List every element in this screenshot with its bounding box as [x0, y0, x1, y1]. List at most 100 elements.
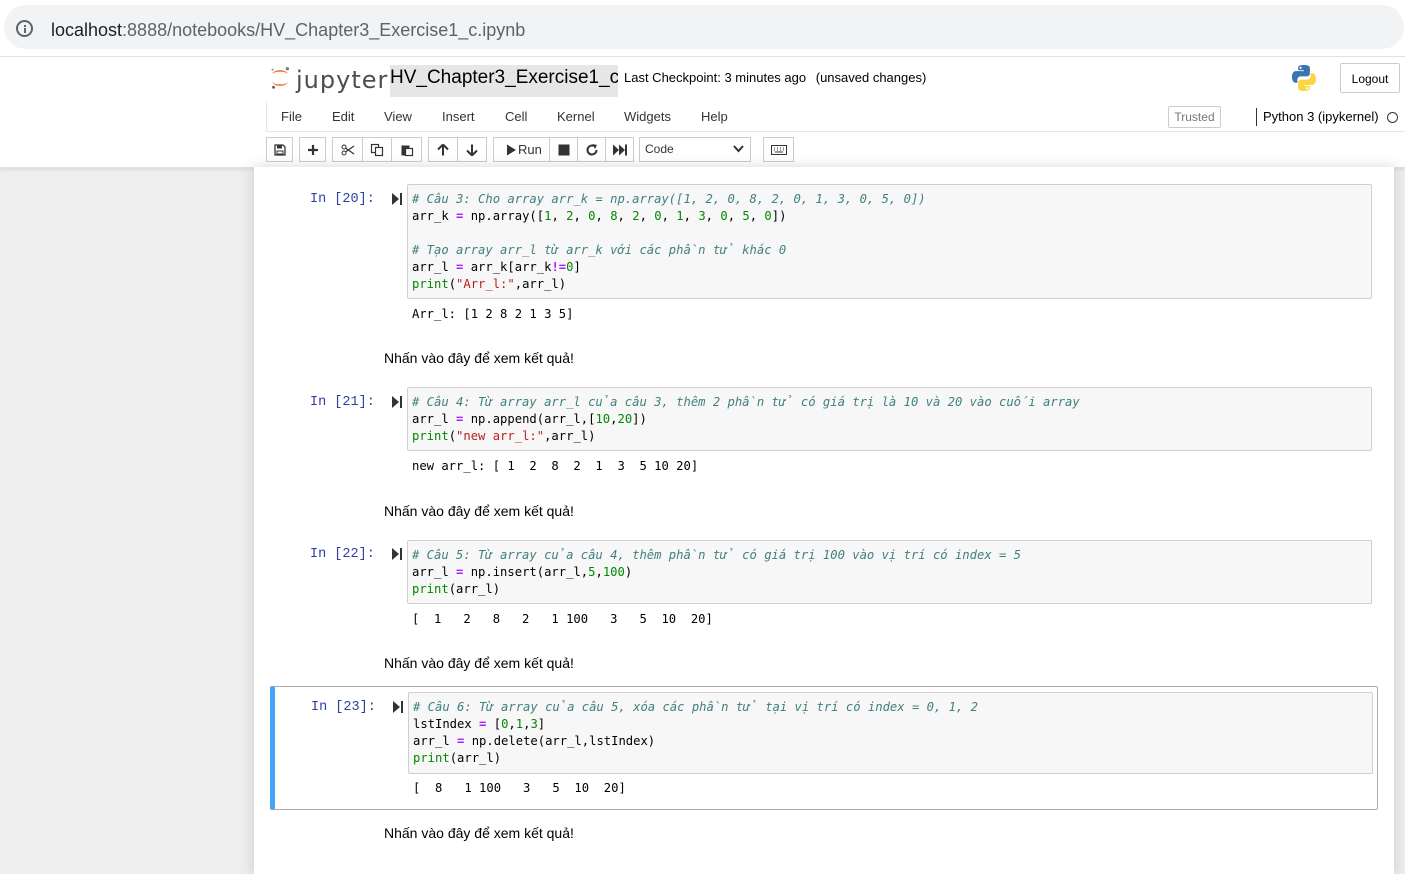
interrupt-button[interactable] [549, 137, 578, 162]
run-label: Run [518, 142, 542, 157]
stop-icon [558, 144, 569, 155]
code-line: print("Arr_l:",arr_l) [412, 277, 567, 291]
cell-output: Arr_l: [1 2 8 2 1 3 5] [412, 307, 574, 321]
jupyter-logo-icon [271, 67, 290, 89]
code-line: arr_k = np.array([1, 2, 0, 8, 2, 0, 1, 3… [412, 209, 787, 223]
url-box[interactable]: localhost:8888/notebooks/HV_Chapter3_Exe… [4, 5, 1404, 49]
cut-icon [341, 144, 354, 155]
menu-view[interactable]: View [384, 109, 412, 124]
run-cell-icon[interactable] [392, 396, 402, 408]
code-line: arr_l = np.append(arr_l,[10,20]) [412, 412, 647, 426]
chevron-down-icon [733, 145, 744, 153]
menu-bar: File Edit View Insert Cell Kernel Widget… [0, 102, 1405, 132]
code-cell[interactable]: In [21]: # Câu 4: Từ array arr_l của câu… [270, 383, 1378, 483]
python-logo-icon [1292, 65, 1316, 91]
url-host: localhost [51, 20, 123, 40]
cell-type-value: Code [645, 142, 674, 156]
code-input[interactable]: # Câu 5: Từ array của câu 4, thêm phần t… [407, 540, 1372, 604]
kernel-name[interactable]: Python 3 (ipykernel) [1263, 109, 1379, 124]
logout-button[interactable]: Logout [1340, 63, 1400, 93]
cut-button[interactable] [332, 137, 363, 162]
code-cell[interactable]: In [22]: # Câu 5: Từ array của câu 4, th… [270, 536, 1378, 636]
code-cell[interactable]: In [20]: # Câu 3: Cho array arr_k = np.a… [270, 180, 1378, 330]
code-input[interactable]: # Câu 6: Từ array của câu 5, xóa các phầ… [408, 692, 1373, 774]
last-checkpoint: Last Checkpoint: 3 minutes ago [624, 70, 807, 85]
plus-icon [307, 144, 318, 155]
markdown-cell[interactable]: Nhấn vào đây để xem kết quả! [384, 825, 574, 841]
checkpoint-status: Last Checkpoint: 3 minutes ago (unsaved … [624, 70, 926, 85]
code-cell-selected[interactable]: In [23]: # Câu 6: Từ array của câu 5, xó… [270, 686, 1378, 810]
markdown-cell[interactable]: Nhấn vào đây để xem kết quả! [384, 655, 574, 671]
menu-inner: File Edit View Insert Cell Kernel Widget… [266, 102, 1405, 132]
play-icon [507, 144, 516, 155]
code-line: print(arr_l) [413, 751, 502, 765]
code-input[interactable]: # Câu 4: Từ array arr_l của câu 3, thêm … [407, 387, 1372, 451]
code-line: arr_l = np.insert(arr_l,5,100) [412, 565, 633, 579]
url-text[interactable]: localhost:8888/notebooks/HV_Chapter3_Exe… [51, 20, 525, 41]
arrow-down-icon [466, 144, 478, 156]
code-line: # Câu 3: Cho array arr_k = np.array([1, … [412, 192, 926, 206]
code-line: arr_l = arr_k[arr_k!=0] [412, 260, 581, 274]
unsaved-changes: (unsaved changes) [815, 70, 927, 85]
code-line: # Câu 4: Từ array arr_l của câu 3, thêm … [412, 395, 1080, 409]
markdown-cell[interactable]: Nhấn vào đây để xem kết quả! [384, 503, 574, 519]
menu-cell[interactable]: Cell [505, 109, 527, 124]
jupyter-logo-text: jupyter [296, 66, 389, 94]
cell-type-select[interactable]: Code [639, 137, 751, 162]
paste-icon [401, 145, 413, 156]
run-cell-icon[interactable] [392, 193, 402, 205]
code-line: # Câu 6: Từ array của câu 5, xóa các phầ… [413, 700, 978, 714]
move-up-button[interactable] [428, 137, 458, 162]
restart-icon [586, 143, 598, 156]
menu-insert[interactable]: Insert [442, 109, 475, 124]
code-line: # Tạo array arr_l từ arr_k với các phần … [412, 243, 787, 257]
copy-icon [370, 143, 384, 156]
menu-kernel[interactable]: Kernel [557, 109, 595, 124]
markdown-cell[interactable]: Nhấn vào đây để xem kết quả! [384, 350, 574, 366]
cell-prompt: In [23]: [311, 700, 376, 715]
code-line: print(arr_l) [412, 582, 501, 596]
cell-prompt: In [20]: [310, 192, 375, 207]
left-panel [0, 172, 248, 874]
restart-run-all-button[interactable] [605, 137, 634, 162]
cell-output: [ 1 2 8 2 1 100 3 5 10 20] [412, 612, 713, 626]
notebook-title[interactable]: HV_Chapter3_Exercise1_c [390, 65, 618, 97]
kernel-separator [1256, 108, 1257, 126]
code-input[interactable]: # Câu 3: Cho array arr_k = np.array([1, … [407, 184, 1372, 299]
code-line: arr_l = np.delete(arr_l,lstIndex) [413, 734, 656, 748]
fast-forward-icon [612, 144, 627, 155]
menu-help[interactable]: Help [701, 109, 728, 124]
cell-output: [ 8 1 100 3 5 10 20] [413, 781, 626, 795]
notebook-toolbar: Run Code [0, 132, 1405, 168]
save-button[interactable] [266, 137, 293, 162]
arrow-up-icon [437, 143, 449, 155]
code-line: # Câu 5: Từ array của câu 4, thêm phần t… [412, 548, 1022, 562]
code-line: lstIndex = [0,1,3] [413, 717, 546, 731]
cell-prompt: In [21]: [310, 395, 375, 410]
paste-button[interactable] [391, 137, 422, 162]
run-cell-icon[interactable] [392, 548, 402, 560]
jupyter-header: jupyter HV_Chapter3_Exercise1_c Last Che… [0, 57, 1405, 103]
move-down-button[interactable] [457, 137, 487, 162]
menu-widgets[interactable]: Widgets [624, 109, 671, 124]
cell-prompt: In [22]: [310, 547, 375, 562]
menu-edit[interactable]: Edit [332, 109, 354, 124]
trusted-badge[interactable]: Trusted [1168, 106, 1221, 128]
run-cell-icon[interactable] [393, 701, 403, 713]
run-button[interactable]: Run [493, 137, 550, 162]
save-icon [273, 143, 286, 156]
code-line: print("new arr_l:",arr_l) [412, 429, 596, 443]
insert-cell-button[interactable] [299, 137, 326, 162]
menu-file[interactable]: File [281, 109, 302, 124]
kernel-idle-icon [1387, 112, 1398, 123]
keyboard-icon [770, 144, 787, 155]
restart-button[interactable] [577, 137, 606, 162]
copy-button[interactable] [362, 137, 392, 162]
cell-output: new arr_l: [ 1 2 8 2 1 3 5 10 20] [412, 459, 699, 473]
url-path: :8888/notebooks/HV_Chapter3_Exercise1_c.… [122, 20, 526, 40]
command-palette-button[interactable] [763, 137, 794, 162]
info-icon[interactable] [16, 20, 33, 37]
jupyter-logo[interactable]: jupyter [268, 64, 387, 96]
browser-address-bar: localhost:8888/notebooks/HV_Chapter3_Exe… [0, 0, 1405, 57]
